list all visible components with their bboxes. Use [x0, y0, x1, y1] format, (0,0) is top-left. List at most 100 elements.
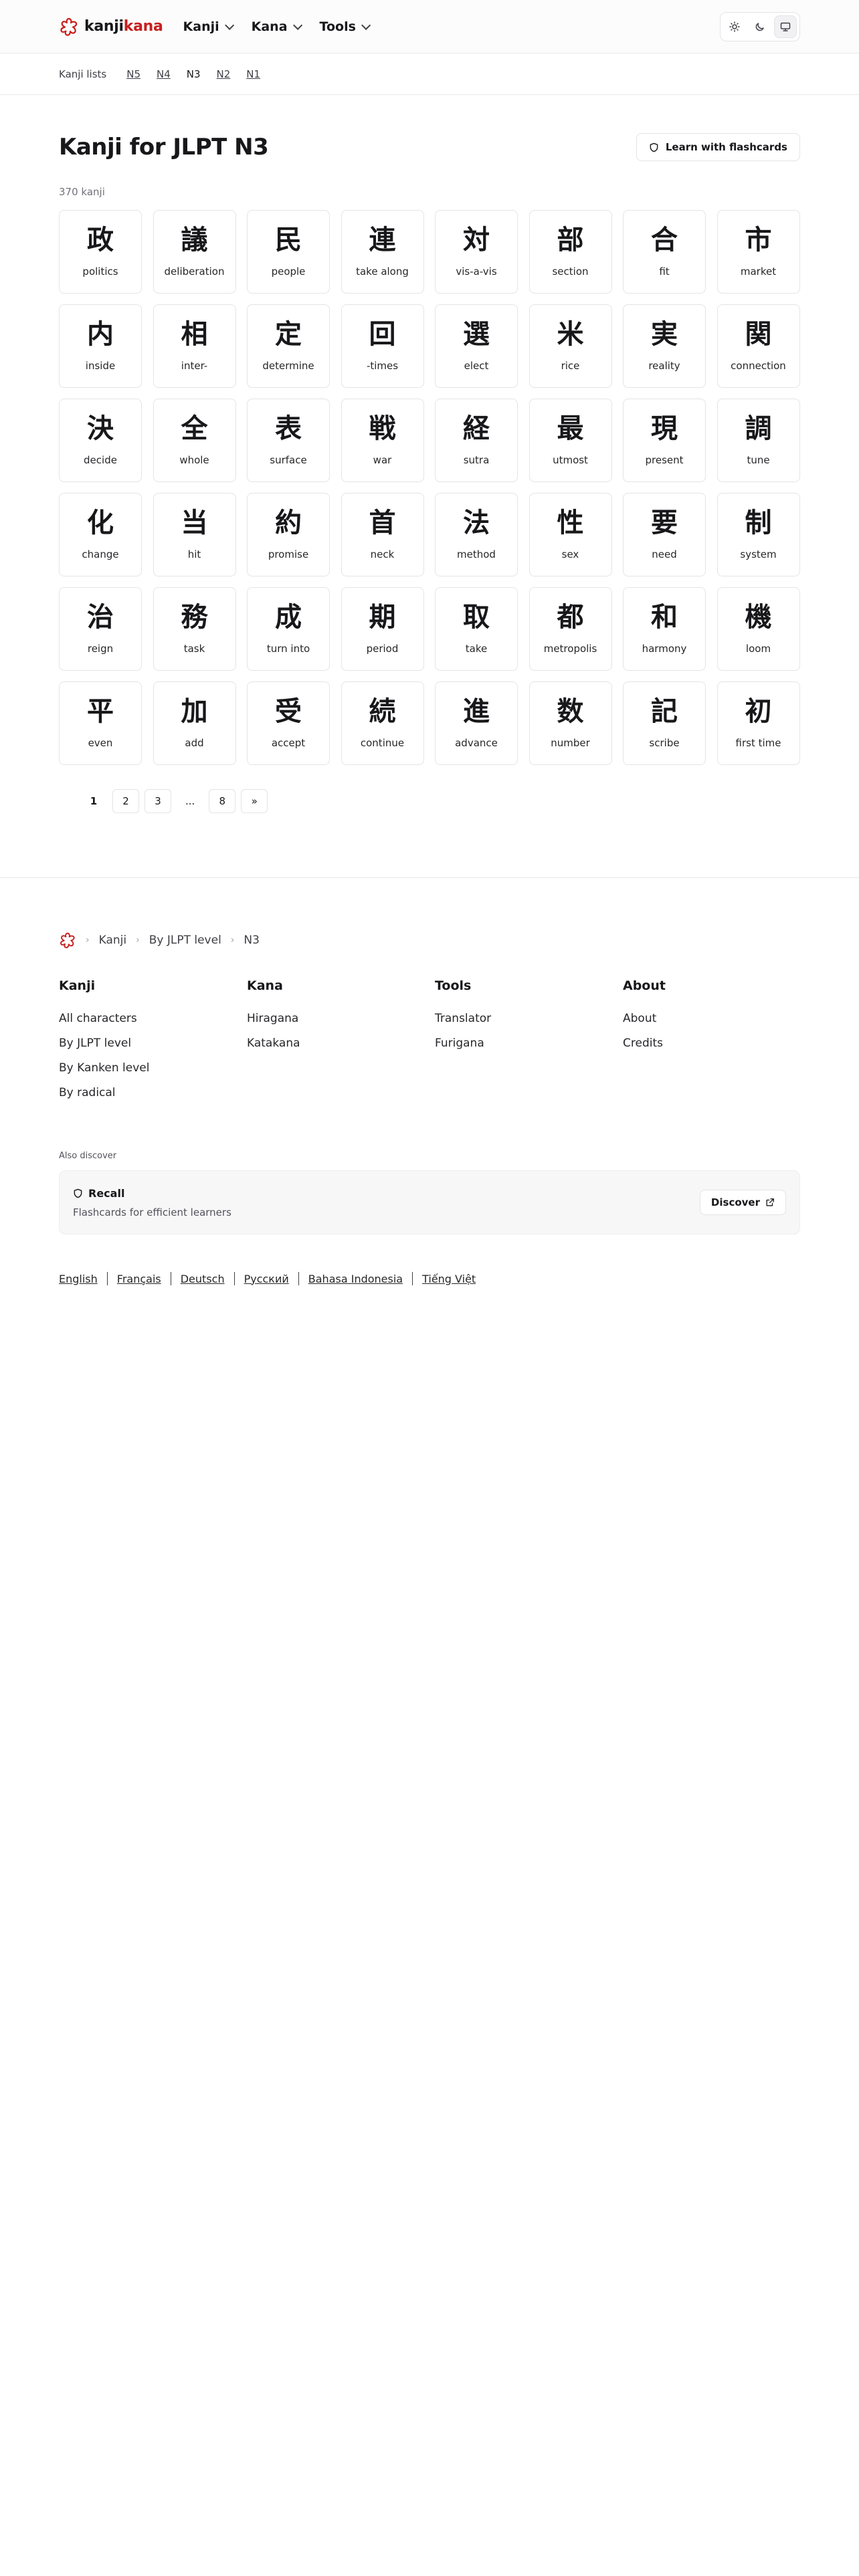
kanji-card[interactable]: 現 present	[623, 399, 706, 482]
kanji-card[interactable]: 選 elect	[435, 304, 518, 388]
nav-kana-menu[interactable]: Kana	[252, 19, 302, 34]
footer-column: Tools Translator Furigana	[435, 978, 623, 1111]
footer-link[interactable]: By JLPT level	[59, 1037, 247, 1050]
kanji-meaning: section	[552, 265, 589, 278]
kanji-card[interactable]: 民 people	[247, 210, 330, 294]
system-theme-button[interactable]	[774, 15, 797, 38]
kanji-card[interactable]: 受 accept	[247, 681, 330, 765]
kanji-card[interactable]: 法 method	[435, 493, 518, 576]
light-theme-button[interactable]	[723, 15, 746, 38]
kanji-card[interactable]: 戦 war	[341, 399, 424, 482]
footer-link[interactable]: Credits	[623, 1037, 811, 1050]
level-link-n1[interactable]: N1	[246, 68, 260, 80]
level-link-n4[interactable]: N4	[157, 68, 171, 80]
kanji-card[interactable]: 首 neck	[341, 493, 424, 576]
kanji-card[interactable]: 続 continue	[341, 681, 424, 765]
pagination-page-button[interactable]: 3	[145, 789, 171, 813]
kanji-card[interactable]: 制 system	[717, 493, 800, 576]
kanji-meaning: method	[457, 548, 496, 560]
kanji-meaning: add	[185, 736, 204, 749]
kanji-card[interactable]: 数 number	[529, 681, 612, 765]
language-link[interactable]: Français	[117, 1273, 161, 1285]
kanji-card[interactable]: 対 vis-a-vis	[435, 210, 518, 294]
kanji-card[interactable]: 合 fit	[623, 210, 706, 294]
kanji-card[interactable]: 回 -times	[341, 304, 424, 388]
kanji-card[interactable]: 調 tune	[717, 399, 800, 482]
breadcrumb-kanji[interactable]: Kanji	[99, 934, 127, 947]
kanji-card[interactable]: 相 inter-	[153, 304, 236, 388]
kanji-card[interactable]: 表 surface	[247, 399, 330, 482]
kanji-card[interactable]: 性 sex	[529, 493, 612, 576]
pagination-page-button[interactable]: 8	[209, 789, 236, 813]
kanji-card[interactable]: 平 even	[59, 681, 142, 765]
kanji-card[interactable]: 決 decide	[59, 399, 142, 482]
footer-link[interactable]: About	[623, 1012, 811, 1025]
kanji-card[interactable]: 部 section	[529, 210, 612, 294]
discover-button[interactable]: Discover	[699, 1190, 786, 1215]
chevron-right-icon: ›	[230, 935, 235, 946]
kanji-meaning: elect	[464, 359, 489, 372]
kanji-card[interactable]: 政 politics	[59, 210, 142, 294]
footer-link[interactable]: By radical	[59, 1086, 247, 1099]
pagination-page-button[interactable]: »	[241, 789, 268, 813]
kanji-character: 制	[745, 507, 772, 538]
level-link-n5[interactable]: N5	[126, 68, 140, 80]
kanji-card[interactable]: 加 add	[153, 681, 236, 765]
language-link[interactable]: Русский	[244, 1273, 289, 1285]
nav-kanji-menu[interactable]: Kanji	[183, 19, 234, 34]
language-link[interactable]: Tiếng Việt	[422, 1273, 476, 1285]
kanji-card[interactable]: 経 sutra	[435, 399, 518, 482]
kanji-card[interactable]: 機 loom	[717, 587, 800, 671]
kanji-card[interactable]: 成 turn into	[247, 587, 330, 671]
kanji-card[interactable]: 全 whole	[153, 399, 236, 482]
chevron-down-icon	[292, 20, 302, 30]
kanji-card[interactable]: 取 take	[435, 587, 518, 671]
kanji-card[interactable]: 初 first time	[717, 681, 800, 765]
kanji-card[interactable]: 実 reality	[623, 304, 706, 388]
kanji-card[interactable]: 約 promise	[247, 493, 330, 576]
kanji-card[interactable]: 最 utmost	[529, 399, 612, 482]
dark-theme-button[interactable]	[749, 15, 771, 38]
learn-flashcards-button[interactable]: Learn with flashcards	[636, 133, 800, 161]
kanji-card[interactable]: 関 connection	[717, 304, 800, 388]
breadcrumb-jlpt[interactable]: By JLPT level	[149, 934, 221, 947]
nav-tools-menu[interactable]: Tools	[320, 19, 371, 34]
kanji-card[interactable]: 内 inside	[59, 304, 142, 388]
kanji-character: 要	[651, 507, 678, 538]
kanji-card[interactable]: 務 task	[153, 587, 236, 671]
kanji-card[interactable]: 当 hit	[153, 493, 236, 576]
kanji-card[interactable]: 治 reign	[59, 587, 142, 671]
pagination-page-button[interactable]: 2	[112, 789, 139, 813]
nav-kanji-label: Kanji	[183, 19, 219, 34]
page-title: Kanji for JLPT N3	[59, 134, 269, 160]
level-link-n2[interactable]: N2	[217, 68, 231, 80]
kanji-meaning: continue	[360, 736, 405, 749]
footer-link[interactable]: Furigana	[435, 1037, 623, 1050]
language-link[interactable]: Deutsch	[181, 1273, 225, 1285]
kanji-card[interactable]: 定 determine	[247, 304, 330, 388]
kanji-card[interactable]: 和 harmony	[623, 587, 706, 671]
footer-link[interactable]: Hiragana	[247, 1012, 435, 1025]
kanji-card[interactable]: 記 scribe	[623, 681, 706, 765]
kanji-card[interactable]: 要 need	[623, 493, 706, 576]
footer-link[interactable]: By Kanken level	[59, 1061, 247, 1075]
kanji-character: 最	[557, 413, 584, 444]
footer-link[interactable]: Translator	[435, 1012, 623, 1025]
footer-link[interactable]: All characters	[59, 1012, 247, 1025]
logo[interactable]: kanjikana	[59, 17, 163, 37]
kanji-card[interactable]: 議 deliberation	[153, 210, 236, 294]
kanji-card[interactable]: 都 metropolis	[529, 587, 612, 671]
language-link[interactable]: English	[59, 1273, 98, 1285]
kanji-card[interactable]: 米 rice	[529, 304, 612, 388]
kanji-card[interactable]: 進 advance	[435, 681, 518, 765]
kanji-character: 戦	[369, 413, 396, 444]
kanji-card[interactable]: 化 change	[59, 493, 142, 576]
kanji-card[interactable]: 市 market	[717, 210, 800, 294]
kanji-card[interactable]: 期 period	[341, 587, 424, 671]
kanji-character: 関	[745, 318, 772, 350]
kanji-card[interactable]: 連 take along	[341, 210, 424, 294]
footer: › Kanji › By JLPT level › N3 Kanji All ch…	[0, 932, 859, 1285]
footer-link[interactable]: Katakana	[247, 1037, 435, 1050]
language-link[interactable]: Bahasa Indonesia	[308, 1273, 403, 1285]
home-flower-icon[interactable]	[59, 932, 76, 949]
